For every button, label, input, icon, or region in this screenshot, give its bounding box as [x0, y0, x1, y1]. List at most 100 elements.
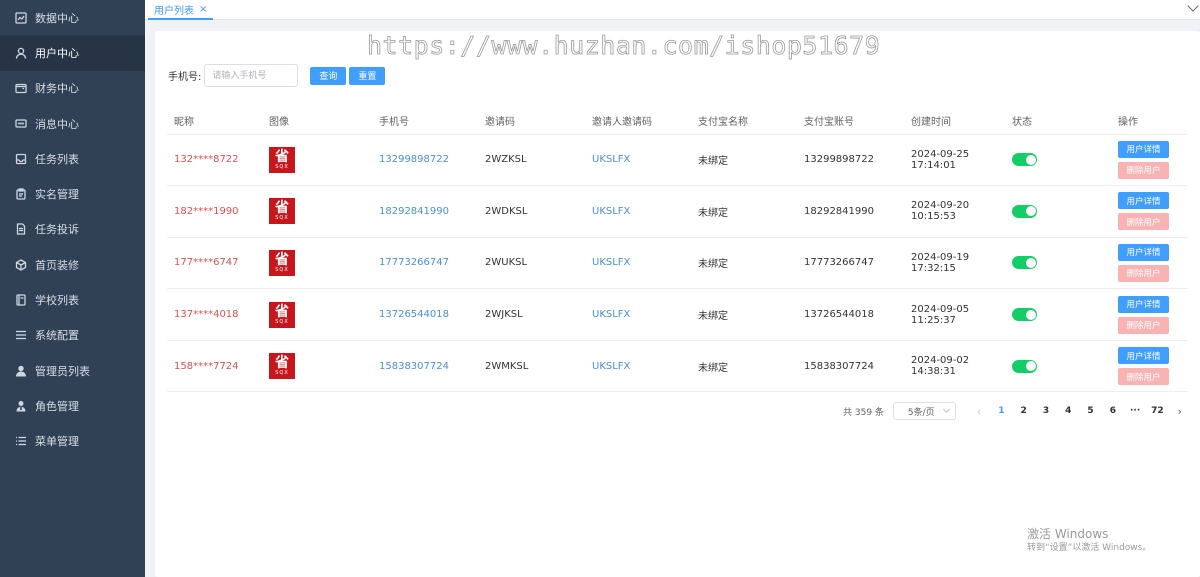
- user-icon: [14, 46, 28, 60]
- avatar-tag: SQX: [275, 266, 289, 273]
- status-toggle[interactable]: [1012, 359, 1037, 373]
- ops-cell: 用户详情 删除用户: [1111, 134, 1188, 187]
- sidebar-item-label: 管理员列表: [35, 364, 90, 378]
- table-row: 132****8722 省 SQX 13299898722 2WZKSL UKSL…: [167, 134, 1188, 187]
- reset-button[interactable]: 重置: [349, 66, 386, 85]
- status-cell: [1005, 237, 1111, 290]
- phone-search-input[interactable]: [204, 64, 299, 87]
- next-page-button[interactable]: ›: [1169, 405, 1191, 418]
- delete-user-button[interactable]: 删除用户: [1118, 316, 1169, 334]
- toggle-knob: [1025, 154, 1036, 165]
- phone-cell: 13299898722: [372, 134, 478, 187]
- column-header: 支付宝名称: [691, 108, 797, 135]
- sidebar-item-data-center[interactable]: 数据中心: [0, 0, 145, 35]
- sidebar-item-school-list[interactable]: 学校列表: [0, 282, 145, 317]
- page-button-3[interactable]: 3: [1035, 406, 1057, 416]
- sidebar-item-system-config[interactable]: 系统配置: [0, 318, 145, 353]
- avatar-cell: 省 SQX: [262, 134, 372, 187]
- inviter-code-cell: UKSLFX: [585, 185, 691, 238]
- avatar-tag: SQX: [275, 318, 289, 325]
- nickname-cell: 137****4018: [167, 288, 262, 341]
- avatar-cell: 省 SQX: [262, 185, 372, 238]
- table-header-row: 昵称 图像 手机号 邀请码 邀请人邀请码 支付宝名称 支付宝账号 创建时间 状态…: [167, 108, 1188, 135]
- avatar-char: 省: [275, 303, 289, 320]
- avatar: 省 SQX: [269, 353, 295, 380]
- message-icon: [14, 117, 28, 131]
- sidebar-item-label: 系统配置: [35, 329, 79, 343]
- user-table: 昵称 图像 手机号 邀请码 邀请人邀请码 支付宝名称 支付宝账号 创建时间 状态…: [167, 108, 1188, 393]
- sidebar-item-label: 实名管理: [35, 188, 79, 202]
- sidebar-item-task-complaint[interactable]: 任务投诉: [0, 212, 145, 247]
- tab-label: 用户列表: [154, 5, 194, 17]
- user-detail-button[interactable]: 用户详情: [1118, 243, 1169, 261]
- alipay-name-cell: 未绑定: [691, 237, 797, 290]
- toggle-knob: [1025, 206, 1036, 217]
- page-ellipsis-button[interactable]: ···: [1124, 406, 1146, 416]
- page-button-2[interactable]: 2: [1013, 406, 1035, 416]
- sidebar-item-role-manage[interactable]: 角色管理: [0, 388, 145, 423]
- alipay-name-cell: 未绑定: [691, 134, 797, 187]
- sidebar-item-label: 用户中心: [35, 46, 79, 60]
- created-time-cell: 2024-09-05 11:25:37: [904, 288, 1005, 341]
- phone-label: 手机号:: [168, 72, 202, 83]
- role-icon: [14, 399, 28, 413]
- sidebar-item-realname[interactable]: 实名管理: [0, 176, 145, 211]
- delete-user-button[interactable]: 删除用户: [1118, 264, 1169, 282]
- toggle-knob: [1025, 309, 1036, 320]
- delete-user-button[interactable]: 删除用户: [1118, 161, 1169, 179]
- close-icon[interactable]: ×: [199, 4, 207, 15]
- page-button-72[interactable]: 72: [1146, 406, 1168, 416]
- chevron-down-icon: [942, 405, 950, 414]
- prev-page-button[interactable]: ‹: [968, 405, 990, 418]
- avatar-cell: 省 SQX: [262, 340, 372, 393]
- query-button[interactable]: 查询: [310, 66, 347, 85]
- sidebar-item-admin-list[interactable]: 管理员列表: [0, 353, 145, 388]
- page-button-4[interactable]: 4: [1057, 406, 1079, 416]
- inviter-code-cell: UKSLFX: [585, 288, 691, 341]
- phone-cell: 18292841990: [372, 185, 478, 238]
- sidebar-item-home-decor[interactable]: 首页装修: [0, 247, 145, 282]
- box-icon: [14, 258, 28, 272]
- page-size-select[interactable]: 5条/页: [892, 402, 956, 420]
- inviter-code-cell: UKSLFX: [585, 237, 691, 290]
- toggle-knob: [1025, 257, 1036, 268]
- tab-user-list[interactable]: 用户列表 ×: [148, 0, 214, 20]
- page-button-1[interactable]: 1: [990, 406, 1012, 416]
- column-header: 状态: [1005, 108, 1111, 135]
- sidebar-item-task-list[interactable]: 任务列表: [0, 141, 145, 176]
- sidebar-item-finance-center[interactable]: 财务中心: [0, 71, 145, 106]
- page-button-5[interactable]: 5: [1079, 406, 1101, 416]
- user-detail-button[interactable]: 用户详情: [1118, 140, 1169, 158]
- status-toggle[interactable]: [1012, 204, 1037, 218]
- page-button-6[interactable]: 6: [1102, 406, 1124, 416]
- table-row: 137****4018 省 SQX 13726544018 2WJKSL UKSL…: [167, 288, 1188, 341]
- user-detail-button[interactable]: 用户详情: [1118, 192, 1169, 210]
- page-size-value: 5条/页: [907, 407, 935, 418]
- menu-lines-icon: [14, 328, 28, 342]
- sidebar-item-menu-manage[interactable]: 菜单管理: [0, 424, 145, 459]
- user-detail-button[interactable]: 用户详情: [1118, 295, 1169, 313]
- column-header: 创建时间: [904, 108, 1005, 135]
- column-header: 昵称: [167, 108, 262, 135]
- avatar-tag: SQX: [275, 215, 289, 222]
- alipay-account-cell: 18292841990: [797, 185, 904, 238]
- status-toggle[interactable]: [1012, 256, 1037, 270]
- alipay-account-cell: 17773266747: [797, 237, 904, 290]
- table-row: 182****1990 省 SQX 18292841990 2WDKSL UKSL…: [167, 185, 1188, 238]
- sidebar-item-user-center[interactable]: 用户中心: [0, 35, 145, 71]
- chevron-down-icon[interactable]: [1187, 0, 1199, 12]
- invite-code-cell: 2WZKSL: [478, 134, 585, 187]
- delete-user-button[interactable]: 删除用户: [1118, 213, 1169, 231]
- avatar: 省 SQX: [269, 249, 295, 276]
- person-solid-icon: [14, 364, 28, 378]
- sidebar-item-message-center[interactable]: 消息中心: [0, 106, 145, 141]
- nickname-cell: 182****1990: [167, 185, 262, 238]
- delete-user-button[interactable]: 删除用户: [1118, 368, 1169, 386]
- inviter-code-cell: UKSLFX: [585, 340, 691, 393]
- user-detail-button[interactable]: 用户详情: [1118, 347, 1169, 365]
- status-toggle[interactable]: [1012, 153, 1037, 167]
- status-toggle[interactable]: [1012, 308, 1037, 322]
- status-cell: [1005, 340, 1111, 393]
- sidebar: 数据中心 用户中心 财务中心 消息中心 任务列表 实名管理 任务投诉 首页装修 …: [0, 0, 145, 577]
- avatar-char: 省: [275, 251, 289, 268]
